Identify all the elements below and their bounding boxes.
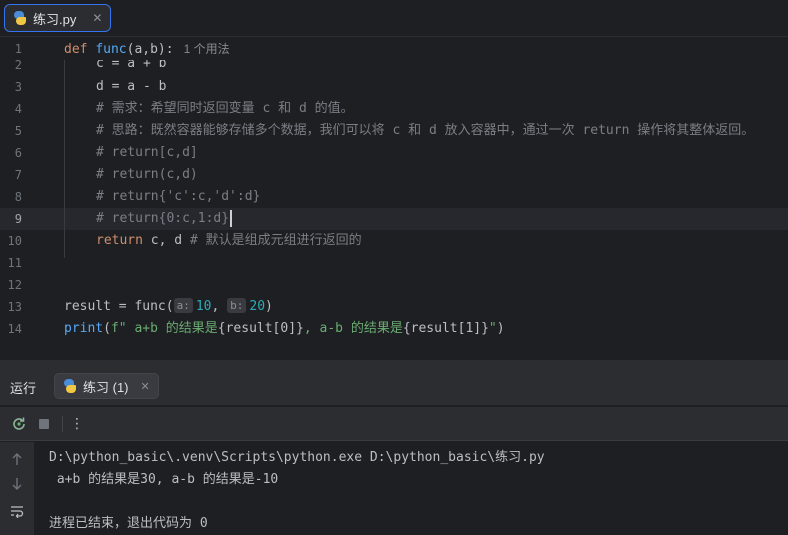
line-number: 4 bbox=[14, 102, 22, 116]
line-number: 2 bbox=[14, 58, 22, 72]
comma: , bbox=[211, 299, 220, 314]
line-number-active: 9 bbox=[14, 212, 22, 226]
soft-wrap-icon[interactable] bbox=[8, 504, 26, 522]
line-number: 1 bbox=[14, 42, 22, 56]
line-number: 10 bbox=[7, 234, 22, 248]
stop-icon[interactable] bbox=[35, 415, 53, 433]
text-caret bbox=[230, 210, 233, 227]
code-line-9: # return{0:c,1:d} bbox=[96, 208, 233, 230]
string: " bbox=[488, 321, 497, 336]
number: 20 bbox=[249, 299, 266, 314]
line-number: 11 bbox=[7, 256, 22, 270]
code-line-4: # 需求：希望同时返回变量 c 和 d 的值。 bbox=[96, 101, 354, 116]
code-line-1: def func(a,b): 1 个用法 bbox=[64, 38, 230, 60]
console-command-line: D:\python_basic\.venv\Scripts\python.exe… bbox=[49, 450, 545, 465]
editor-tab-file[interactable]: 练习.py ✕ bbox=[4, 4, 112, 32]
python-file-icon bbox=[13, 11, 27, 25]
python-file-icon bbox=[63, 379, 77, 393]
run-panel-header: 运行 练习 (1) ✕ bbox=[0, 366, 788, 406]
close-paren: ) bbox=[496, 321, 505, 336]
line-number: 12 bbox=[7, 278, 22, 292]
editor-tab-label: 练习.py bbox=[33, 11, 77, 27]
function-name: func bbox=[95, 42, 127, 57]
open-paren: ( bbox=[103, 321, 111, 336]
run-panel-title: 运行 bbox=[10, 381, 37, 396]
code-line-14: print(f" a+b 的结果是{result[0]}, a-b 的结果是{r… bbox=[64, 318, 505, 340]
code-area[interactable]: def func(a,b): 1 个用法 c = a + b d = a - b … bbox=[64, 38, 788, 360]
line-number: 6 bbox=[14, 146, 22, 160]
code-editor[interactable]: 1 2 3 4 5 6 7 8 9 10 11 12 13 14 def fun… bbox=[0, 38, 788, 360]
builtin-function: print bbox=[64, 321, 104, 336]
keyword: def bbox=[64, 42, 88, 57]
string: , a-b 的结果是 bbox=[303, 321, 403, 336]
code-line-10: return c, d # 默认是组成元组进行返回的 bbox=[96, 230, 362, 252]
line-number: 13 bbox=[7, 300, 22, 314]
keyword: return bbox=[96, 233, 143, 248]
usage-hint[interactable]: 1 个用法 bbox=[184, 42, 230, 56]
line-number-gutter: 1 2 3 4 5 6 7 8 9 10 11 12 13 14 bbox=[0, 38, 40, 360]
line-number: 14 bbox=[7, 322, 22, 336]
code-line-13: result = func(a: 10, b: 20) bbox=[64, 296, 273, 318]
code-line-7: # return(c,d) bbox=[96, 167, 198, 182]
return-values: c, d bbox=[142, 233, 190, 248]
code-line-5: # 思路：既然容器能够存储多个数据，我们可以将 c 和 d 放入容器中，通过一次… bbox=[96, 123, 755, 138]
close-icon[interactable]: ✕ bbox=[141, 380, 150, 393]
code-line-3: d = a - b bbox=[96, 79, 167, 94]
editor-tab-bar: 练习.py ✕ bbox=[0, 0, 788, 37]
line-number: 5 bbox=[14, 124, 22, 138]
run-config-tab[interactable]: 练习 (1) ✕ bbox=[54, 373, 159, 399]
run-console[interactable]: D:\python_basic\.venv\Scripts\python.exe… bbox=[0, 442, 788, 535]
fstring-expr: {result[1]} bbox=[402, 321, 489, 336]
fstring-expr: {result[0]} bbox=[217, 321, 304, 336]
number: 10 bbox=[195, 299, 212, 314]
param-hint-a: a: bbox=[173, 298, 193, 313]
comment: # return{0:c,1:d} bbox=[96, 211, 230, 226]
console-side-toolbar bbox=[0, 442, 34, 535]
string: f" a+b 的结果是 bbox=[110, 321, 218, 336]
arrow-down-icon[interactable] bbox=[8, 477, 26, 495]
close-icon[interactable]: ✕ bbox=[92, 11, 102, 25]
params: (a,b): bbox=[126, 42, 174, 57]
line-number: 3 bbox=[14, 80, 22, 94]
console-exit-line: 进程已结束，退出代码为 0 bbox=[49, 516, 208, 531]
param-hint-b: b: bbox=[227, 298, 247, 313]
console-output-line: a+b 的结果是30, a-b 的结果是-10 bbox=[49, 472, 279, 487]
assignment: result = func( bbox=[64, 299, 174, 314]
toolbar-separator bbox=[62, 416, 63, 432]
run-toolbar: ⋮ bbox=[0, 407, 788, 441]
run-tab-label: 练习 (1) bbox=[83, 379, 129, 395]
rerun-icon[interactable] bbox=[10, 415, 28, 433]
line-number: 8 bbox=[14, 190, 22, 204]
comment: # 默认是组成元组进行返回的 bbox=[189, 233, 362, 248]
code-line-6: # return[c,d] bbox=[96, 145, 198, 160]
code-line-8: # return{'c':c,'d':d} bbox=[96, 189, 261, 204]
line-number: 7 bbox=[14, 168, 22, 182]
more-options-icon[interactable]: ⋮ bbox=[68, 415, 86, 433]
arrow-up-icon[interactable] bbox=[8, 452, 26, 470]
close-paren: ) bbox=[265, 299, 273, 314]
